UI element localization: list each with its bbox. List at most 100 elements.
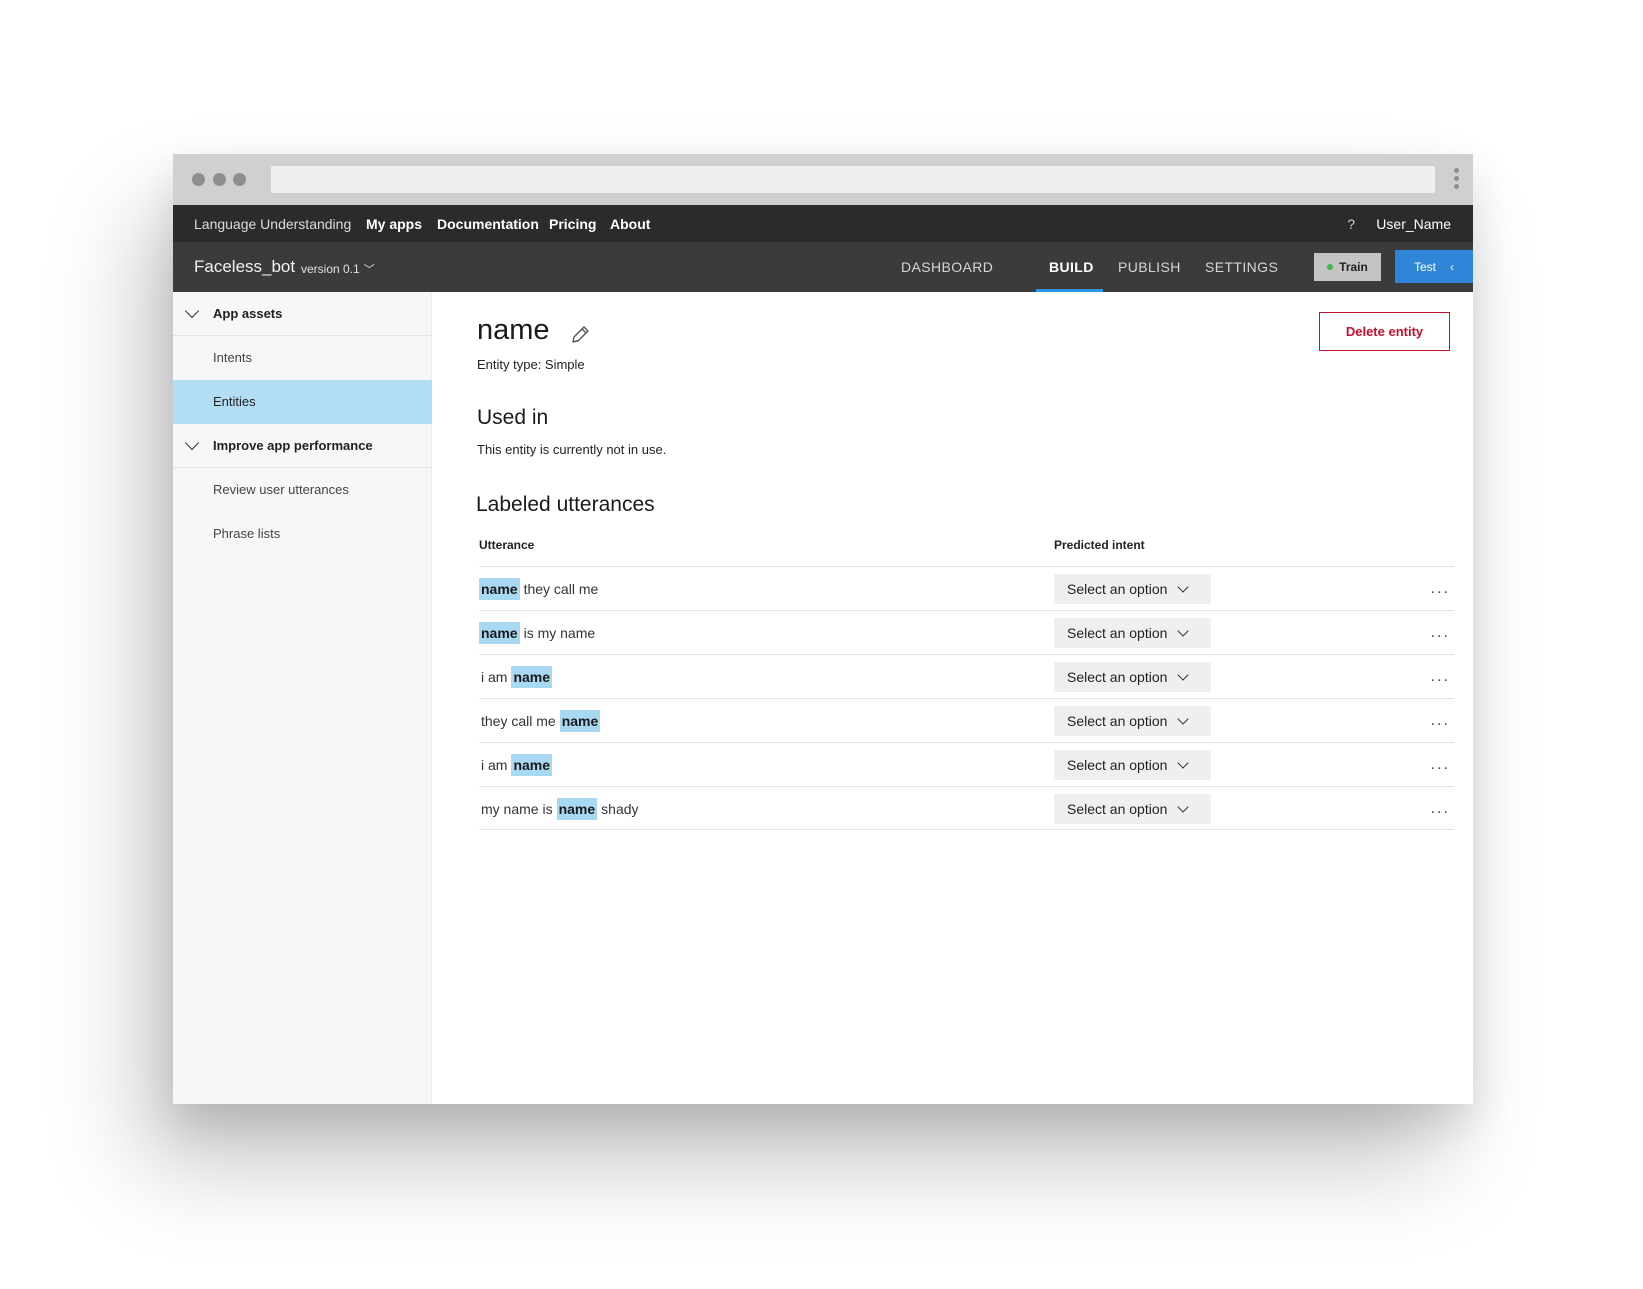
utterance-token: they call me <box>481 713 556 729</box>
help-icon[interactable]: ? <box>1347 216 1355 232</box>
browser-chrome <box>173 154 1473 205</box>
utterance-token: is my name <box>523 625 596 641</box>
intent-select-label: Select an option <box>1067 581 1168 597</box>
utterance-token: i am <box>481 757 508 773</box>
sidebar: App assets Intents Entities Improve app … <box>173 292 432 1104</box>
more-options-icon[interactable]: ... <box>1431 624 1450 642</box>
address-bar[interactable] <box>271 166 1435 193</box>
table-row: name is my name Select an option... <box>479 610 1454 654</box>
sidebar-item-entities[interactable]: Entities <box>173 380 432 424</box>
column-header-predicted-intent[interactable]: Predicted intent <box>1054 538 1145 552</box>
edit-pencil-icon[interactable] <box>569 324 591 346</box>
tab-dashboard[interactable]: DASHBOARD <box>901 259 993 275</box>
more-options-icon[interactable]: ... <box>1431 756 1450 774</box>
version-label: version 0.1 <box>301 262 360 276</box>
window-maximize-dot[interactable] <box>233 173 246 186</box>
table-row: i am name Select an option... <box>479 742 1454 786</box>
entity-type: Entity type: Simple <box>477 357 585 372</box>
utterance-token: i am <box>481 669 508 685</box>
chevron-down-icon: ﹀ <box>363 264 375 276</box>
chevron-left-icon: ‹ <box>1450 259 1454 274</box>
intent-select-label: Select an option <box>1067 713 1168 729</box>
page-title: name <box>477 314 550 346</box>
sidebar-item-intents[interactable]: Intents <box>173 336 432 380</box>
entity-label-token[interactable]: name <box>559 710 601 732</box>
used-in-heading: Used in <box>477 406 549 429</box>
brand-link[interactable]: Language Understanding <box>194 216 351 232</box>
test-label: Test <box>1413 259 1436 274</box>
browser-window: Language Understanding My apps Documenta… <box>173 154 1473 1104</box>
sidebar-item-phrase-lists[interactable]: Phrase lists <box>173 512 432 556</box>
sidebar-group-improve-performance[interactable]: Improve app performance <box>173 424 432 468</box>
intent-select-label: Select an option <box>1067 801 1168 817</box>
utterance-text[interactable]: name they call me <box>479 578 602 600</box>
entity-label-token[interactable]: name <box>511 754 553 776</box>
intent-select[interactable]: Select an option <box>1054 618 1211 648</box>
table-row: i am name Select an option... <box>479 654 1454 698</box>
chevron-down-icon <box>184 435 200 451</box>
entity-label-token[interactable]: name <box>479 578 520 600</box>
utterance-text[interactable]: i am name <box>479 754 554 776</box>
app-name: Faceless_bot <box>194 257 296 276</box>
tab-publish[interactable]: PUBLISH <box>1118 259 1181 275</box>
app-bar: Faceless_bot version 0.1 ﹀ DASHBOARD BUIL… <box>173 242 1473 292</box>
sidebar-item-label: Phrase lists <box>213 526 281 541</box>
used-in-text: This entity is currently not in use. <box>477 442 667 457</box>
chevron-down-icon <box>1177 756 1190 769</box>
train-status-dot <box>1327 264 1334 270</box>
intent-select-label: Select an option <box>1067 757 1168 773</box>
intent-select[interactable]: Select an option <box>1054 662 1211 692</box>
intent-select[interactable]: Select an option <box>1054 706 1211 736</box>
nav-pricing[interactable]: Pricing <box>549 216 596 232</box>
utterance-text[interactable]: my name is name shady <box>479 798 643 820</box>
entity-label-token[interactable]: name <box>479 622 520 644</box>
intent-select[interactable]: Select an option <box>1054 750 1211 780</box>
chevron-down-icon <box>184 303 200 319</box>
user-name[interactable]: User_Name <box>1376 216 1451 232</box>
intent-select[interactable]: Select an option <box>1054 794 1211 824</box>
column-header-utterance[interactable]: Utterance <box>479 538 534 552</box>
more-options-icon[interactable]: ... <box>1431 712 1450 730</box>
intent-select-label: Select an option <box>1067 669 1168 685</box>
utterance-token: they call me <box>523 581 599 597</box>
more-options-icon[interactable]: ... <box>1431 668 1450 686</box>
more-options-icon[interactable]: ... <box>1431 800 1450 818</box>
nav-my-apps[interactable]: My apps <box>366 216 422 232</box>
train-button[interactable]: Train <box>1314 253 1381 281</box>
tab-build[interactable]: BUILD <box>1049 259 1094 275</box>
utterance-token: my name is <box>481 801 553 817</box>
top-navigation: Language Understanding My apps Documenta… <box>173 205 1473 242</box>
intent-select[interactable]: Select an option <box>1054 574 1211 604</box>
version-selector[interactable]: version 0.1 ﹀ <box>301 261 375 277</box>
entity-label-token[interactable]: name <box>556 798 598 820</box>
test-button[interactable]: Test ‹ <box>1395 250 1473 283</box>
delete-entity-button[interactable]: Delete entity <box>1319 312 1450 351</box>
labeled-utterances-heading: Labeled utterances <box>476 493 655 516</box>
sidebar-item-review-utterances[interactable]: Review user utterances <box>173 468 432 512</box>
nav-about[interactable]: About <box>610 216 650 232</box>
train-label: Train <box>1339 260 1368 274</box>
chevron-down-icon <box>1177 800 1190 813</box>
chevron-down-icon <box>1177 668 1190 681</box>
window-close-dot[interactable] <box>192 173 205 186</box>
chevron-down-icon <box>1177 580 1190 593</box>
sidebar-item-label: Entities <box>213 394 256 409</box>
chevron-down-icon <box>1177 712 1190 725</box>
browser-menu-icon[interactable] <box>1454 168 1459 192</box>
nav-documentation[interactable]: Documentation <box>437 216 539 232</box>
main-content: name Entity type: Simple Delete entity U… <box>432 292 1473 1104</box>
entity-label-token[interactable]: name <box>511 666 553 688</box>
table-row: my name is name shady Select an option... <box>479 786 1454 830</box>
utterance-text[interactable]: i am name <box>479 666 554 688</box>
utterance-table: name they call me Select an option... name i… <box>479 566 1454 830</box>
utterance-text[interactable]: name is my name <box>479 622 599 644</box>
intent-select-label: Select an option <box>1067 625 1168 641</box>
tab-settings[interactable]: SETTINGS <box>1205 259 1278 275</box>
utterance-text[interactable]: they call me name <box>479 710 602 732</box>
sidebar-group-app-assets[interactable]: App assets <box>173 292 432 336</box>
more-options-icon[interactable]: ... <box>1431 580 1450 598</box>
sidebar-item-label: Review user utterances <box>213 482 349 497</box>
window-minimize-dot[interactable] <box>213 173 226 186</box>
table-row: they call me name Select an option... <box>479 698 1454 742</box>
utterance-token: shady <box>601 801 639 817</box>
